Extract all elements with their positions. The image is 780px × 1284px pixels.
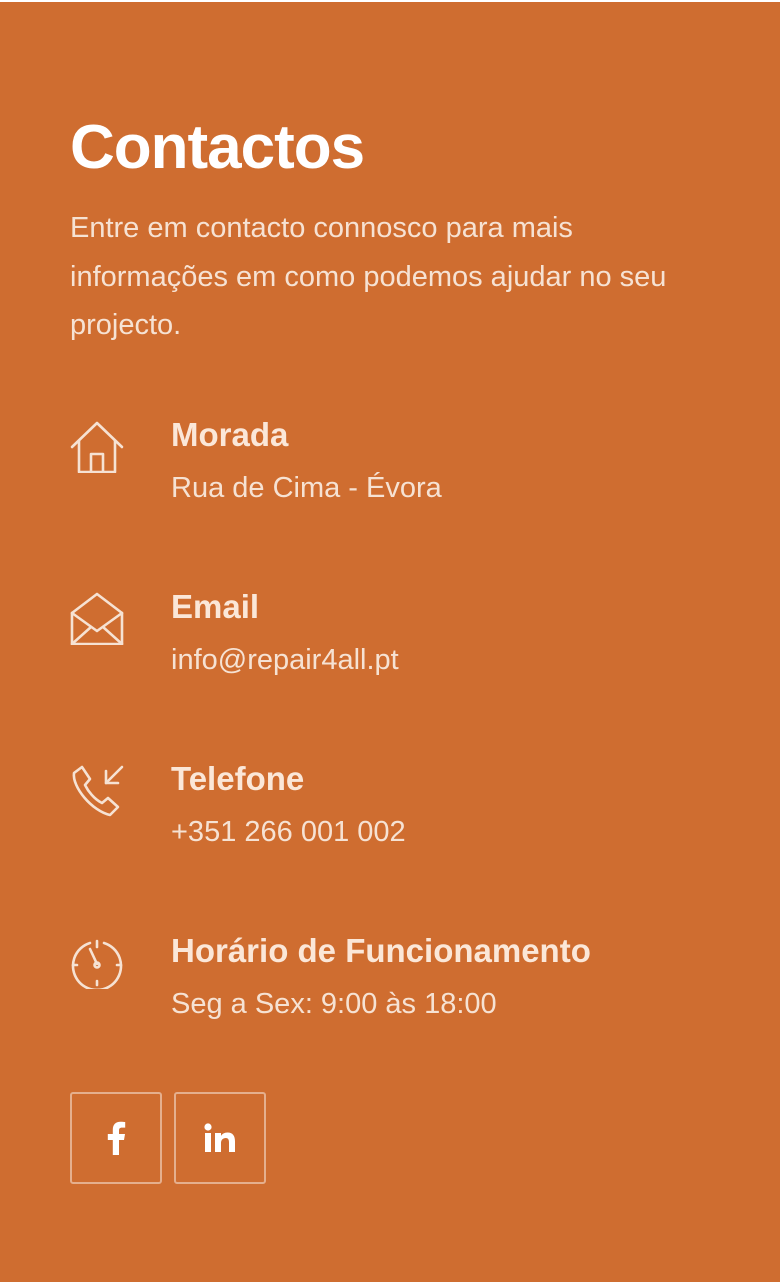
envelope-icon — [70, 591, 124, 645]
contact-item-label: Horário de Funcionamento — [171, 932, 591, 969]
contact-item-phone: Telefone +351 266 001 002 — [70, 759, 730, 869]
contact-item-email: Email info@repair4all.pt — [70, 587, 730, 697]
contact-item-hours: Horário de Funcionamento Seg a Sex: 9:00… — [70, 931, 730, 1041]
section-title: Contactos — [70, 113, 365, 182]
contact-item-label: Email — [171, 588, 260, 625]
contact-item-label: Morada — [171, 416, 289, 453]
phone-incoming-icon — [70, 763, 124, 817]
facebook-icon — [107, 1121, 126, 1155]
contact-item-value[interactable]: +351 266 001 002 — [171, 814, 406, 850]
contact-item-value: Seg a Sex: 9:00 às 18:00 — [171, 988, 497, 1020]
linkedin-icon — [204, 1123, 235, 1152]
contact-item-value: Rua de Cima - Évora — [171, 472, 442, 504]
home-icon — [70, 419, 124, 473]
contact-item-label: Telefone — [171, 760, 305, 797]
clock-icon — [70, 935, 124, 989]
contact-item-address: Morada Rua de Cima - Évora — [70, 415, 730, 525]
contact-section: Contactos Entre em contacto connosco par… — [0, 2, 780, 1282]
section-intro: Entre em contacto connosco para mais inf… — [70, 212, 667, 341]
linkedin-button[interactable] — [174, 1092, 266, 1184]
contact-item-value[interactable]: info@repair4all.pt — [171, 642, 399, 678]
facebook-button[interactable] — [70, 1092, 162, 1184]
